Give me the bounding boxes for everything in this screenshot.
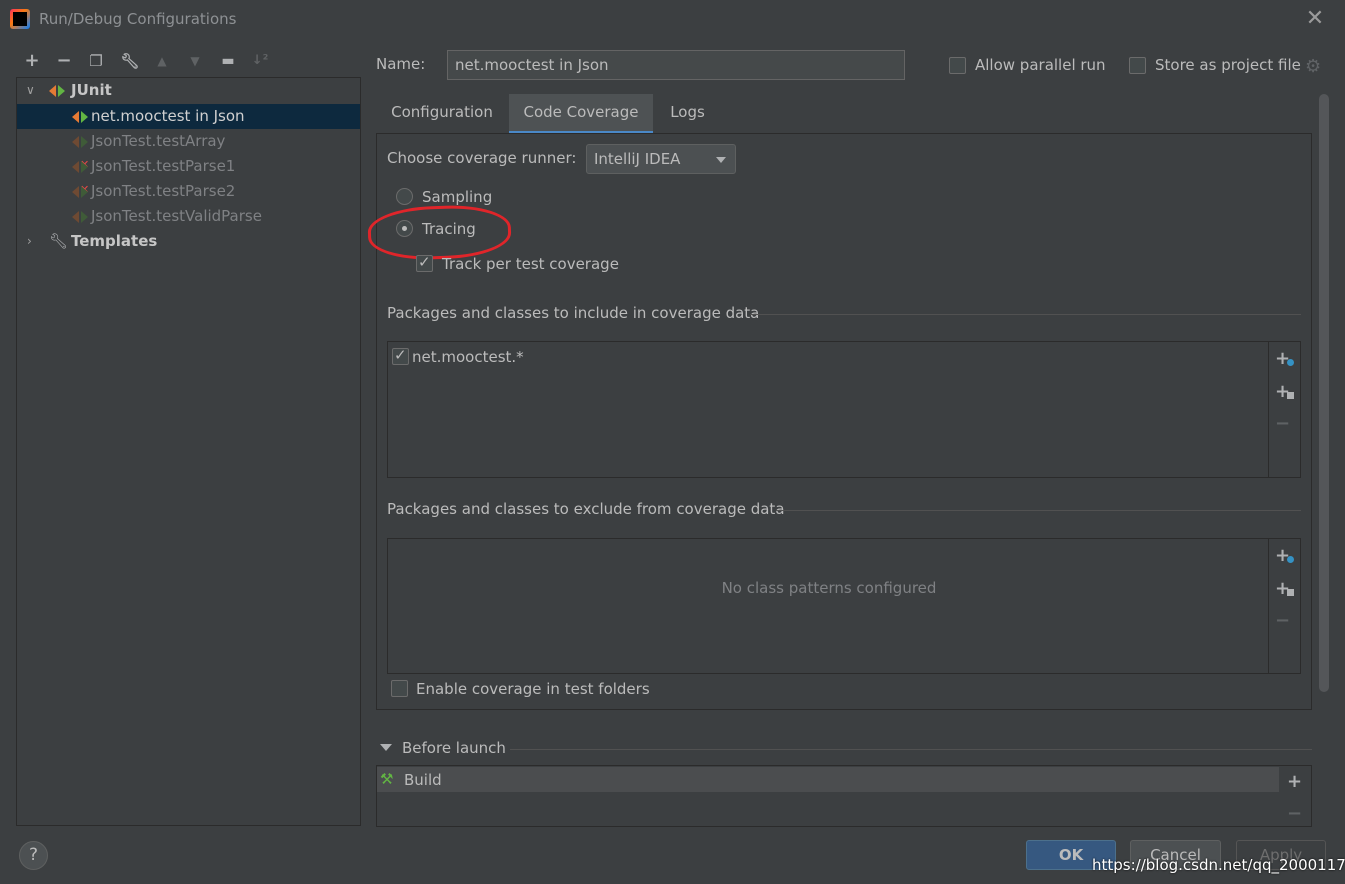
copy-icon[interactable]: ❐ (85, 50, 107, 72)
store-as-project-label[interactable]: Store as project file (1155, 56, 1301, 74)
chevron-right-icon[interactable]: › (27, 229, 32, 254)
tree-item-label: JsonTest.testParse2 (91, 182, 236, 200)
add-class-icon[interactable]: + (1275, 349, 1295, 369)
include-item-checkbox[interactable] (392, 346, 409, 365)
watermark-text: https://blog.csdn.net/qq_20001171 (1092, 856, 1345, 874)
tree-node-label: JUnit (71, 81, 112, 99)
name-label: Name: (376, 55, 426, 73)
remove-task-icon[interactable]: − (1287, 804, 1307, 824)
before-launch-separator (510, 749, 1312, 750)
tree-item-label: JsonTest.testArray (91, 132, 226, 150)
collapse-triangle-icon[interactable] (380, 744, 392, 751)
move-down-icon[interactable]: ▼ (184, 50, 206, 72)
track-per-test-label[interactable]: Track per test coverage (442, 255, 619, 273)
tree-item-test-parse1[interactable]: ✕ JsonTest.testParse1 (17, 154, 360, 179)
junit-icon (49, 84, 67, 98)
coverage-runner-select[interactable]: IntelliJ IDEA (586, 144, 736, 174)
include-separator (750, 314, 1301, 315)
remove-icon[interactable]: − (1275, 414, 1295, 434)
tab-logs[interactable]: Logs (655, 94, 720, 134)
sampling-label[interactable]: Sampling (422, 188, 492, 206)
junit-test-error-icon: ✕ (72, 158, 90, 174)
junit-test-icon (72, 135, 90, 149)
close-icon[interactable]: ✕ (1304, 6, 1326, 32)
scrollbar[interactable] (1319, 94, 1329, 692)
store-as-project-checkbox[interactable] (1129, 57, 1146, 74)
include-list-toolbar: + + − (1268, 342, 1300, 477)
exclude-list-toolbar: + + − (1268, 539, 1300, 673)
hammer-icon: ⚒ (380, 770, 394, 788)
window-title: Run/Debug Configurations (39, 10, 237, 28)
move-up-icon[interactable]: ▲ (151, 50, 173, 72)
include-item-label[interactable]: net.mooctest.* (412, 348, 524, 366)
coverage-runner-label: Choose coverage runner: (387, 149, 577, 167)
tree-node-templates[interactable]: › 🔧︎ Templates (17, 229, 360, 254)
tree-item-label: JsonTest.testValidParse (91, 207, 262, 225)
tree-item-net-mooctest[interactable]: net.mooctest in Json (17, 104, 360, 129)
coverage-runner-value: IntelliJ IDEA (594, 150, 681, 168)
tree-item-test-parse2[interactable]: ✕ JsonTest.testParse2 (17, 179, 360, 204)
add-package-icon[interactable]: + (1275, 382, 1295, 402)
remove-icon[interactable]: − (53, 50, 75, 72)
tree-item-label: net.mooctest in Json (91, 107, 245, 125)
help-button[interactable]: ? (19, 841, 48, 870)
enable-test-folders-checkbox[interactable] (391, 680, 408, 697)
tree-node-label: Templates (71, 232, 158, 250)
exclude-list[interactable]: No class patterns configured + + − (387, 538, 1301, 674)
include-list[interactable]: net.mooctest.* + + − (387, 341, 1301, 478)
junit-test-error-icon: ✕ (72, 183, 90, 199)
include-section-title: Packages and classes to include in cover… (387, 304, 760, 322)
tree-item-test-array[interactable]: JsonTest.testArray (17, 129, 360, 154)
add-package-icon[interactable]: + (1275, 579, 1295, 599)
sort-icon[interactable]: ↓² (249, 50, 271, 72)
tab-code-coverage[interactable]: Code Coverage (509, 94, 653, 134)
intellij-logo-icon (10, 9, 30, 29)
track-per-test-checkbox[interactable] (416, 253, 433, 272)
gear-icon[interactable]: ⚙ (1305, 56, 1321, 77)
before-launch-item-label[interactable]: Build (404, 771, 442, 789)
junit-test-icon (72, 210, 90, 224)
before-launch-title[interactable]: Before launch (402, 739, 506, 757)
allow-parallel-label[interactable]: Allow parallel run (975, 56, 1106, 74)
add-class-icon[interactable]: + (1275, 546, 1295, 566)
junit-test-icon (72, 110, 90, 124)
tab-configuration[interactable]: Configuration (377, 94, 507, 134)
wrench-icon: 🔧︎ (49, 232, 69, 250)
name-input[interactable] (447, 50, 905, 80)
allow-parallel-checkbox[interactable] (949, 57, 966, 74)
enable-test-folders-label[interactable]: Enable coverage in test folders (416, 680, 650, 698)
add-task-icon[interactable]: + (1287, 772, 1307, 792)
configuration-tree[interactable]: ∨ JUnit net.mooctest in Json JsonTest.te… (16, 77, 361, 826)
chevron-down-icon (716, 157, 726, 163)
exclude-separator (776, 510, 1301, 511)
remove-icon[interactable]: − (1275, 611, 1295, 631)
tree-item-test-valid-parse[interactable]: JsonTest.testValidParse (17, 204, 360, 229)
folder-icon[interactable]: ▬ (217, 50, 239, 72)
before-launch-item[interactable] (377, 767, 1279, 792)
empty-state-text: No class patterns configured (721, 579, 937, 597)
wrench-icon[interactable]: 🔧︎ (119, 50, 141, 72)
exclude-section-title: Packages and classes to exclude from cov… (387, 500, 785, 518)
tree-item-label: JsonTest.testParse1 (91, 157, 236, 175)
chevron-down-icon[interactable]: ∨ (26, 78, 35, 103)
add-icon[interactable]: + (21, 50, 43, 72)
sampling-radio[interactable] (396, 188, 413, 205)
tree-node-junit[interactable]: ∨ JUnit (17, 78, 360, 103)
